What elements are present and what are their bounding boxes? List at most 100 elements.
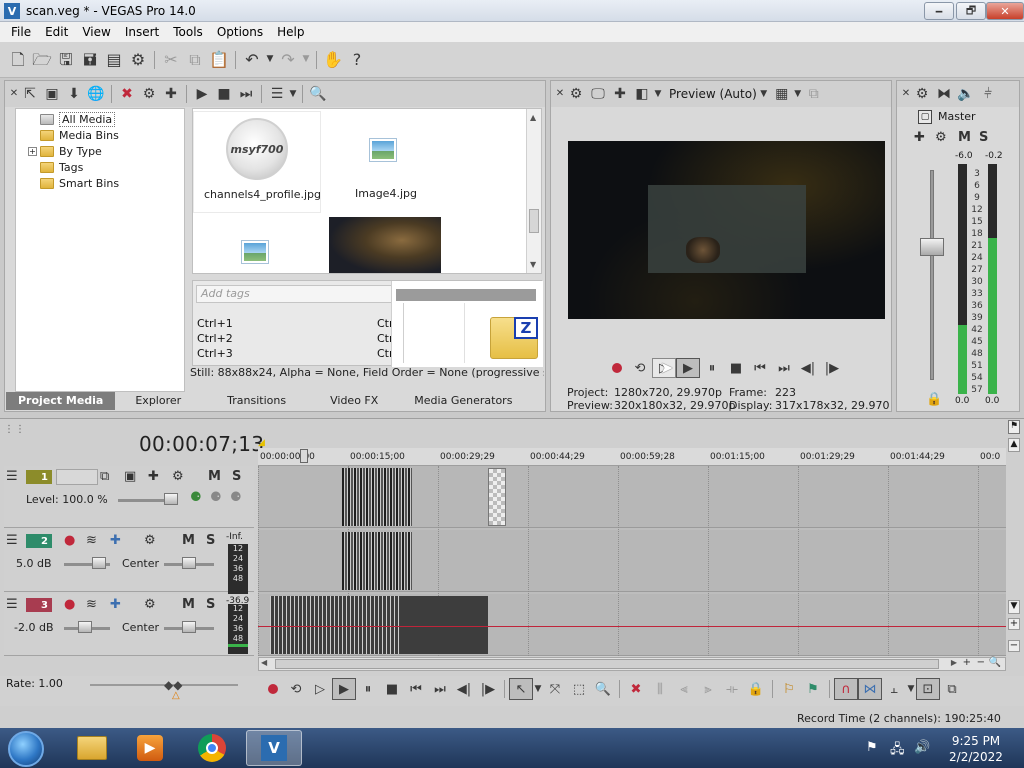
tab-transitions[interactable]: Transitions — [201, 392, 312, 410]
tab-project-media[interactable]: Project Media — [6, 392, 116, 410]
panel-close-icon[interactable]: ✕ — [9, 83, 19, 105]
scroll-down-icon[interactable]: ▼ — [530, 260, 536, 269]
tree-item-by-type[interactable]: By Type — [40, 143, 102, 159]
add-tags-input[interactable]: Add tags — [196, 285, 392, 303]
split-screen-icon[interactable]: ◧ — [631, 83, 653, 105]
audio-clip-strips[interactable] — [342, 532, 412, 590]
level-slider-knob[interactable] — [164, 493, 178, 505]
save-as-icon[interactable]: 🖬 — [78, 48, 102, 72]
save-icon[interactable]: 🖫 — [54, 48, 78, 72]
track-fx-chain-icon[interactable]: ✚ — [110, 533, 121, 548]
restore-button[interactable]: 🗗 — [956, 2, 986, 20]
play-icon[interactable]: ▶ — [676, 358, 700, 378]
composite-parent-icon[interactable]: ⚈ — [210, 490, 222, 505]
menu-view[interactable]: View — [75, 25, 117, 39]
web-media-icon[interactable]: 🌐 — [85, 83, 107, 105]
image4-thumbnail[interactable] — [370, 139, 396, 161]
mixer-fx-icon[interactable]: ⫩ — [977, 83, 999, 105]
menu-tools[interactable]: Tools — [166, 25, 210, 39]
region-marker-icon[interactable]: ⚑ — [1008, 420, 1020, 434]
selection-tool-icon[interactable]: ⬚ — [567, 678, 591, 700]
invert-phase-icon[interactable]: ≋ — [86, 597, 97, 612]
lock-icon[interactable]: 🔒 — [926, 392, 942, 407]
views-dropdown-icon[interactable]: ▼ — [288, 83, 298, 105]
previous-frame-icon[interactable]: ◀| — [452, 678, 476, 700]
views-icon[interactable]: ☰ — [266, 83, 288, 105]
transparent-image-clip[interactable] — [488, 468, 506, 526]
lock-events-icon[interactable]: 🔒 — [744, 678, 768, 700]
taskbar-media-player-button[interactable]: ▶ — [122, 730, 178, 766]
close-button[interactable]: ✕ — [986, 2, 1024, 20]
thumbnails-scrollbar[interactable]: ▲ ▼ — [526, 109, 541, 273]
track-1-mute-button[interactable]: M — [208, 469, 221, 484]
composite-child-icon[interactable]: ⚈ — [230, 490, 242, 505]
search-icon[interactable]: 🔍 — [307, 83, 329, 105]
interactive-tutorials-icon[interactable]: ✋ — [321, 48, 345, 72]
tab-video-fx[interactable]: Video FX — [312, 392, 396, 410]
timeline-scroll-down-icon[interactable]: ▼ — [1008, 600, 1020, 614]
image-thumbnail[interactable] — [242, 241, 268, 263]
video-thumbnail[interactable] — [329, 217, 441, 273]
zoom-in-vertical-icon[interactable]: + — [1008, 618, 1020, 630]
paste-icon[interactable]: 📋 — [207, 48, 231, 72]
remove-media-icon[interactable]: ✖ — [116, 83, 138, 105]
time-ruler[interactable]: 00:00:00;00 00:00:15;00 00:00:29;29 00:00:4… — [258, 448, 1006, 466]
track-name-field[interactable] — [56, 469, 98, 485]
invert-phase-icon[interactable]: ≋ — [86, 533, 97, 548]
arm-record-icon[interactable]: ● — [64, 597, 75, 612]
preview-quality-dropdown-icon[interactable]: ▼ — [757, 83, 771, 105]
import-media-icon[interactable]: ⇱ — [19, 83, 41, 105]
trim-icon[interactable]: ⫼ — [648, 678, 672, 700]
panel-close-icon[interactable]: ✕ — [555, 83, 565, 105]
zoom-out-vertical-icon[interactable]: − — [1008, 640, 1020, 652]
track-3-mute-button[interactable]: M — [182, 597, 195, 612]
pan-slider-knob[interactable] — [182, 557, 196, 569]
master-fader-track[interactable] — [930, 170, 934, 380]
volume-icon[interactable]: 🔊 — [914, 740, 930, 755]
record-icon[interactable] — [612, 363, 622, 373]
volume-envelope[interactable] — [258, 626, 1006, 627]
master-fx-icon[interactable]: ✚ — [914, 130, 925, 145]
ripple-edit-icon[interactable]: ⫠ — [882, 678, 906, 700]
master-fader-knob[interactable] — [920, 238, 944, 256]
preview-properties-icon[interactable]: ⚙ — [565, 83, 587, 105]
horizontal-scroll-thumb[interactable] — [275, 659, 939, 669]
preview-quality-select[interactable]: Preview (Auto) — [669, 87, 757, 101]
open-icon[interactable]: 🗁 — [30, 48, 54, 72]
zoom-out-horizontal-icon[interactable]: − — [977, 657, 985, 668]
track-1-solo-button[interactable]: S — [232, 469, 241, 484]
lock-envelopes-icon[interactable]: ⊡ — [916, 678, 940, 700]
record-icon[interactable] — [268, 684, 278, 694]
audio-clip-track-3[interactable] — [270, 596, 488, 654]
delete-icon[interactable]: ✖ — [624, 678, 648, 700]
tree-item-tags[interactable]: Tags — [40, 159, 83, 175]
edit-tool-dropdown-icon[interactable]: ▼ — [533, 678, 543, 700]
previous-frame-icon[interactable]: ◀| — [796, 358, 820, 378]
stop-icon[interactable]: ■ — [724, 358, 748, 378]
stop-icon[interactable]: ■ — [380, 678, 404, 700]
video-clip-strips[interactable] — [342, 468, 412, 526]
media-item-channels4-profile[interactable]: msyf700 channels4_profile.jpg — [193, 111, 321, 213]
redo-icon[interactable]: ↷ — [276, 48, 300, 72]
normal-edit-tool-icon[interactable]: ↖ — [509, 678, 533, 700]
collapse-track-icon[interactable]: ☰ — [6, 597, 18, 612]
go-to-end-icon[interactable]: ⏭ — [428, 678, 452, 700]
zoom-tool-icon[interactable]: 🔍 — [989, 657, 1001, 668]
composite-icon[interactable]: ⚈ — [190, 490, 202, 505]
timeline-horizontal-scrollbar[interactable]: ◀ ▶ + − 🔍 — [258, 657, 1006, 671]
play-media-icon[interactable]: ▶ — [191, 83, 213, 105]
next-frame-icon[interactable]: |▶ — [476, 678, 500, 700]
cut-icon[interactable]: ✂ — [159, 48, 183, 72]
loop-playback-icon[interactable]: ⟲ — [284, 678, 308, 700]
undo-icon[interactable]: ↶ — [240, 48, 264, 72]
track-fx-icon[interactable]: ⚙ — [172, 469, 184, 484]
network-icon[interactable]: 🖧 — [890, 740, 905, 762]
track-2-mute-button[interactable]: M — [182, 533, 195, 548]
track-motion-icon[interactable]: ✚ — [148, 469, 159, 484]
scroll-left-icon[interactable]: ◀ — [261, 658, 267, 667]
envelope-tool-icon[interactable]: ⤧ — [543, 678, 567, 700]
collapse-track-icon[interactable]: ☰ — [6, 469, 18, 484]
play-icon[interactable]: ▶ — [332, 678, 356, 700]
parent-motion-icon[interactable]: ▣ — [124, 469, 136, 484]
zoom-in-horizontal-icon[interactable]: + — [963, 657, 971, 668]
